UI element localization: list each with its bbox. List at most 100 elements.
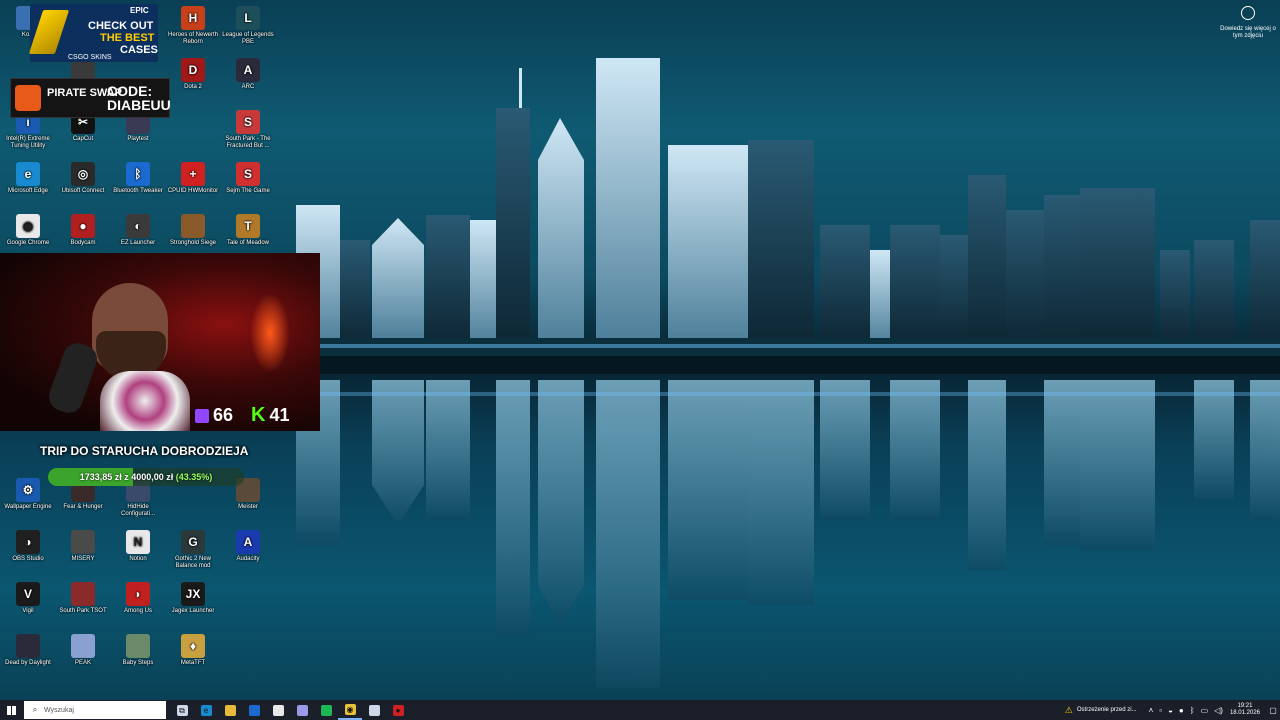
app-icon: ᛒ xyxy=(126,162,150,186)
warning-text[interactable]: Ostrzeżenie przed zi... xyxy=(1077,707,1137,713)
app-icon xyxy=(71,530,95,554)
app-icon: ◎ xyxy=(71,162,95,186)
desktop-icon-label: South Park TSOT xyxy=(59,608,107,614)
goal-amount: 1733,85 zł z 4000,00 zł xyxy=(79,472,174,482)
spotlight-info[interactable]: Dowiedz się więcej o tym zdjęciu xyxy=(1218,6,1278,40)
twitch-viewer-count: 66 xyxy=(213,405,234,425)
desktop-icon[interactable]: G Gothic 2 New Balance mod xyxy=(165,530,221,570)
desktop-icon[interactable]: ● Bodycam xyxy=(55,214,111,247)
desktop-icon[interactable]: JX Jagex Launcher xyxy=(165,582,221,615)
promo-line2: THE BEST xyxy=(100,32,155,44)
desktop-icon-label: HidHide Configurati... xyxy=(120,504,156,517)
desktop-icon-label: Dota 2 xyxy=(184,84,202,90)
desktop-icon[interactable]: A Audacity xyxy=(220,530,276,563)
app-icon: A xyxy=(236,530,260,554)
desktop-icon-label: CapCut xyxy=(72,136,94,142)
desktop-icon[interactable]: N Notion xyxy=(110,530,166,563)
desktop-icon[interactable]: S South Park - The Fractured But ... xyxy=(220,110,276,150)
desktop-icon[interactable]: ◑ OBS Studio xyxy=(0,530,56,563)
desktop-icon[interactable]: e Microsoft Edge xyxy=(0,162,56,195)
app-icon xyxy=(71,582,95,606)
desktop-icon[interactable]: H Heroes of Newerth Reborn xyxy=(165,6,221,46)
desktop-icon[interactable]: ᛒ Bluetooth Tweaker xyxy=(110,162,166,195)
taskbar-app-glyph: e xyxy=(200,704,212,716)
taskbar-edge-icon[interactable]: e xyxy=(194,700,218,720)
desktop-icon[interactable]: Dead by Daylight xyxy=(0,634,56,667)
desktop-icon[interactable]: ◎ Ubisoft Connect xyxy=(55,162,111,195)
taskbar-apps: ⧉ e ◉ ● xyxy=(170,700,410,720)
taskbar-app-glyph: ◉ xyxy=(344,703,356,715)
desktop-icon-label: Audacity xyxy=(236,556,260,562)
tray-mic-icon[interactable]: ● xyxy=(1179,706,1184,715)
tray-steam-icon[interactable]: ◒ xyxy=(1168,706,1173,715)
promo-brand: CSGO SKINS xyxy=(68,54,112,61)
desktop-icon[interactable]: ◗ Among Us xyxy=(110,582,166,615)
desktop-icon-label: Dead by Daylight xyxy=(5,660,51,666)
desktop-icon-label: Heroes of Newerth Reborn xyxy=(167,32,219,45)
desktop-icon[interactable]: A ARC xyxy=(220,58,276,91)
taskbar-spotify-icon[interactable] xyxy=(314,700,338,720)
clock[interactable]: 19:21 18.01.2026 xyxy=(1230,703,1260,717)
taskbar-discord-icon[interactable] xyxy=(290,700,314,720)
app-icon: ♦ xyxy=(181,634,205,658)
chevron-up-icon[interactable]: ˄ xyxy=(1149,706,1154,715)
taskbar-app-glyph xyxy=(272,704,284,716)
desktop-icon-label: MISERY xyxy=(71,556,95,562)
desktop-icon-label: Playtest xyxy=(127,136,149,142)
desktop-icon[interactable]: S Sejm The Game xyxy=(220,162,276,195)
taskbar-app-glyph: ● xyxy=(392,704,404,716)
desktop-icon[interactable]: Baby Steps xyxy=(110,634,166,667)
app-icon: e xyxy=(16,162,40,186)
desktop-icon-label: Google Chrome xyxy=(6,240,50,246)
desktop-icon[interactable]: Stronghold Siege xyxy=(165,214,221,247)
desktop-icon-label: Among Us xyxy=(123,608,152,614)
network-icon[interactable]: ▭ xyxy=(1201,706,1209,715)
goal-percent: (43.35%) xyxy=(175,472,213,482)
desktop-icon[interactable]: MISERY xyxy=(55,530,111,563)
promo-tag: EPIC xyxy=(130,6,149,15)
desktop-icon-label: MetaTFT xyxy=(180,660,206,666)
desktop-icon[interactable]: PEAK xyxy=(55,634,111,667)
desktop-icon[interactable]: T Tale of Meadow xyxy=(220,214,276,247)
taskbar-record-icon[interactable]: ● xyxy=(386,700,410,720)
start-button[interactable] xyxy=(0,700,22,720)
camera-icon xyxy=(1241,6,1255,20)
desktop-icon[interactable]: ◐ EZ Launcher xyxy=(110,214,166,247)
desktop-icon-label: South Park - The Fractured But ... xyxy=(225,136,271,149)
taskbar-app-glyph: ⧉ xyxy=(176,704,188,716)
search-box[interactable]: ⌕ Wyszukaj xyxy=(24,701,166,719)
desktop-icon-label: Wallpaper Engine xyxy=(4,504,52,510)
app-icon: ◗ xyxy=(126,582,150,606)
desktop-icon-label: Bodycam xyxy=(70,240,96,246)
twitch-icon xyxy=(195,409,209,423)
app-icon: S xyxy=(236,162,260,186)
knife-graphic xyxy=(28,10,70,54)
desktop-icon[interactable]: + CPUID HWMonitor xyxy=(165,162,221,195)
notification-icon[interactable]: ▢ xyxy=(1266,700,1280,720)
app-icon xyxy=(126,634,150,658)
desktop-icon-label: Vigil xyxy=(22,608,34,614)
tray-app-icon[interactable]: ▫ xyxy=(1159,706,1162,715)
desktop-icon[interactable]: D Dota 2 xyxy=(165,58,221,91)
system-tray: ⚠ Ostrzeżenie przed zi... ˄ ▫ ◒ ● ᛒ ▭ ◁)… xyxy=(1065,700,1280,720)
taskbar-app-glyph xyxy=(296,704,308,716)
warning-icon[interactable]: ⚠ xyxy=(1065,705,1073,716)
taskbar-steam-icon[interactable] xyxy=(362,700,386,720)
taskbar-file-explorer-icon[interactable] xyxy=(218,700,242,720)
desktop-icon[interactable]: ♦ MetaTFT xyxy=(165,634,221,667)
app-icon: ⚙ xyxy=(16,478,40,502)
kick-icon: K xyxy=(251,404,266,426)
desktop-icon[interactable]: L League of Legends PBE xyxy=(220,6,276,46)
taskbar-outlook-icon[interactable] xyxy=(242,700,266,720)
promo-line3: CASES xyxy=(120,44,158,56)
desktop-icon[interactable]: South Park TSOT xyxy=(55,582,111,615)
tray-bluetooth-icon[interactable]: ᛒ xyxy=(1190,706,1195,715)
taskbar-store-icon[interactable] xyxy=(266,700,290,720)
taskbar-chrome-icon[interactable]: ◉ xyxy=(338,700,362,720)
volume-icon[interactable]: ◁) xyxy=(1214,706,1223,715)
desktop-icon[interactable]: V Vigil xyxy=(0,582,56,615)
app-icon: L xyxy=(236,6,260,30)
search-icon: ⌕ xyxy=(32,705,38,714)
taskbar-task-view-icon[interactable]: ⧉ xyxy=(170,700,194,720)
desktop-icon[interactable]: ◉ Google Chrome xyxy=(0,214,56,247)
